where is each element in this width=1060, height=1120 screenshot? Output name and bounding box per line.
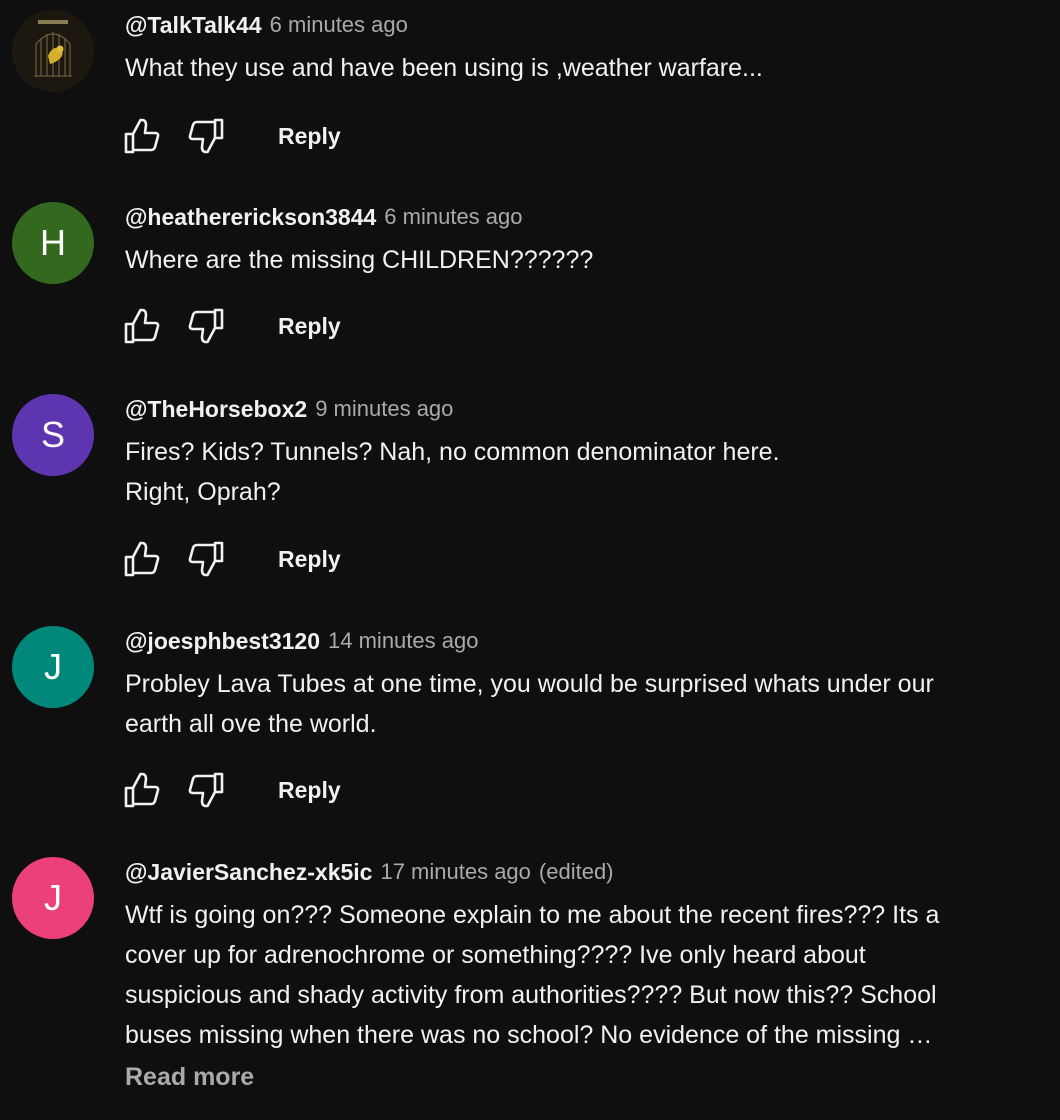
thumbs-up-icon: [124, 118, 160, 154]
avatar-letter: J: [44, 646, 62, 687]
comment-author[interactable]: @TheHorsebox2: [125, 396, 307, 423]
comment-text: Where are the missing CHILDREN??????: [125, 240, 1045, 280]
comment-text-line: Right, Oprah?: [125, 478, 281, 506]
reply-button[interactable]: Reply: [278, 123, 341, 150]
comment-header: @joesphbest3120 14 minutes ago: [125, 626, 1045, 656]
comment-text-line: Fires? Kids? Tunnels? Nah, no common den…: [125, 438, 780, 466]
comment-body: @JavierSanchez-xk5ic 17 minutes ago (edi…: [125, 857, 1045, 1092]
comment-text: What they use and have been using is ,we…: [125, 48, 1045, 88]
canary-cage-icon: [12, 10, 94, 92]
avatar-letter: H: [40, 222, 66, 263]
comment-actions: Reply: [122, 539, 341, 579]
comment-actions: Reply: [122, 116, 341, 156]
thumbs-down-icon: [188, 118, 224, 154]
comment-body: @joesphbest3120 14 minutes ago Probley L…: [125, 626, 1045, 744]
comment-header: @heathererickson3844 6 minutes ago: [125, 202, 1045, 232]
avatar[interactable]: J: [12, 857, 94, 939]
like-button[interactable]: [122, 306, 162, 346]
comment-body: @TalkTalk44 6 minutes ago What they use …: [125, 10, 1045, 88]
comment-header: @TalkTalk44 6 minutes ago: [125, 10, 1045, 40]
thumbs-down-icon: [188, 541, 224, 577]
reply-button[interactable]: Reply: [278, 777, 341, 804]
avatar-letter: J: [44, 877, 62, 918]
comment-text: Fires? Kids? Tunnels? Nah, no common den…: [125, 432, 1045, 512]
dislike-button[interactable]: [186, 116, 226, 156]
thumbs-up-icon: [124, 308, 160, 344]
like-button[interactable]: [122, 539, 162, 579]
comment-text: Wtf is going on??? Someone explain to me…: [125, 895, 1045, 1055]
comment-body: @heathererickson3844 6 minutes ago Where…: [125, 202, 1045, 280]
like-button[interactable]: [122, 770, 162, 810]
thumbs-up-icon: [124, 772, 160, 808]
comment-time[interactable]: 6 minutes ago: [384, 204, 522, 230]
thumbs-up-icon: [124, 541, 160, 577]
edited-label: (edited): [538, 859, 614, 884]
reply-button[interactable]: Reply: [278, 546, 341, 573]
reply-button[interactable]: Reply: [278, 313, 341, 340]
dislike-button[interactable]: [186, 539, 226, 579]
comment-time[interactable]: 14 minutes ago: [328, 628, 478, 654]
comment-text-line: earth all ove the world.: [125, 710, 377, 738]
comment-text-line: Where are the missing CHILDREN??????: [125, 246, 594, 274]
dislike-button[interactable]: [186, 306, 226, 346]
comment-actions: Reply: [122, 306, 341, 346]
comment-author[interactable]: @TalkTalk44: [125, 12, 262, 39]
comment-actions: Reply: [122, 770, 341, 810]
comment-author[interactable]: @joesphbest3120: [125, 628, 320, 655]
comment-author[interactable]: @heathererickson3844: [125, 204, 376, 231]
comment-author[interactable]: @JavierSanchez-xk5ic: [125, 859, 372, 886]
thumbs-down-icon: [188, 772, 224, 808]
avatar[interactable]: [12, 10, 94, 92]
avatar-letter: S: [40, 414, 65, 455]
comment-text-line: buses missing when there was no school? …: [125, 1021, 933, 1049]
comment-time[interactable]: 17 minutes ago: [380, 859, 530, 885]
comment-text-line: Wtf is going on??? Someone explain to me…: [125, 901, 940, 929]
comment-text-line: cover up for adrenochrome or something??…: [125, 941, 866, 969]
comment-header: @JavierSanchez-xk5ic 17 minutes ago (edi…: [125, 857, 1045, 887]
comment-text-line: What they use and have been using is ,we…: [125, 54, 763, 82]
like-button[interactable]: [122, 116, 162, 156]
comment-text: Probley Lava Tubes at one time, you woul…: [125, 664, 1045, 744]
avatar[interactable]: H: [12, 202, 94, 284]
comment-time[interactable]: 9 minutes ago: [315, 396, 453, 422]
comment-text-line: Probley Lava Tubes at one time, you woul…: [125, 670, 934, 698]
dislike-button[interactable]: [186, 770, 226, 810]
read-more-link[interactable]: Read more: [125, 1063, 254, 1092]
thumbs-down-icon: [188, 308, 224, 344]
avatar[interactable]: J: [12, 626, 94, 708]
comment-header: @TheHorsebox2 9 minutes ago: [125, 394, 1045, 424]
comment-time[interactable]: 6 minutes ago: [270, 12, 408, 38]
avatar[interactable]: S: [12, 394, 94, 476]
comment-body: @TheHorsebox2 9 minutes ago Fires? Kids?…: [125, 394, 1045, 512]
comment-text-line: suspicious and shady activity from autho…: [125, 981, 937, 1009]
